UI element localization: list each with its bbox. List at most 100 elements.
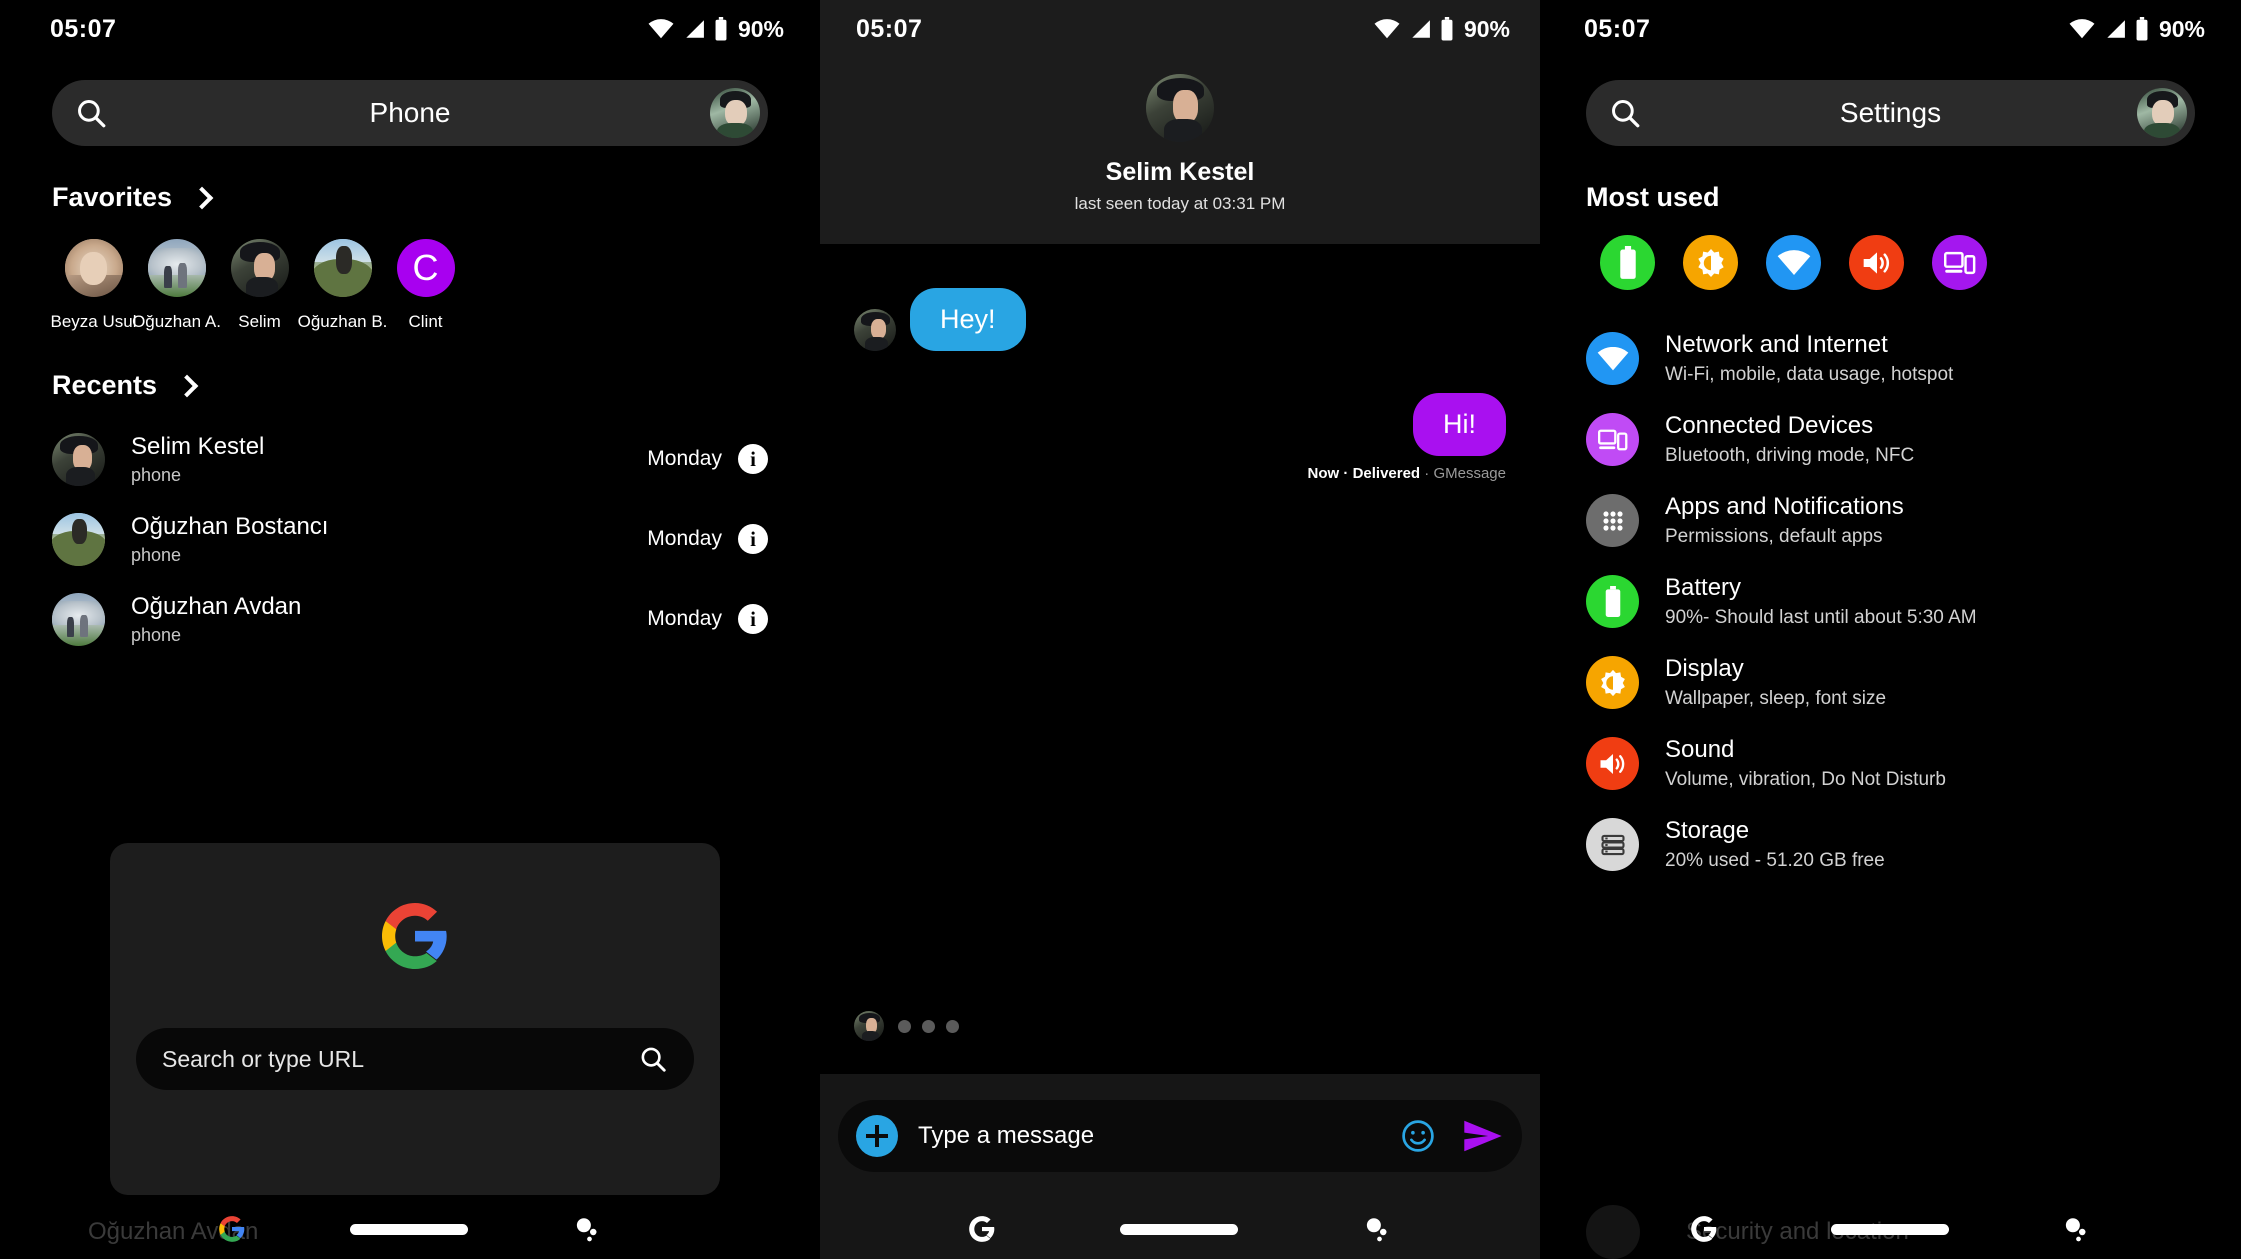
assistant-icon[interactable] bbox=[572, 1214, 602, 1244]
assistant-icon[interactable] bbox=[1362, 1214, 1392, 1244]
settings-row-storage[interactable]: Storage 20% used - 51.20 GB free bbox=[1586, 804, 2195, 885]
recent-name: Selim Kestel bbox=[131, 432, 265, 460]
sound-volume-icon bbox=[1849, 235, 1904, 290]
most-used-item[interactable] bbox=[1752, 235, 1835, 290]
avatar bbox=[52, 592, 105, 646]
panel-messages-app: 05:07 90% Selim Kestel last seen today a… bbox=[820, 0, 1540, 1259]
settings-row-title: Connected Devices bbox=[1665, 412, 1874, 439]
send-icon[interactable] bbox=[1462, 1119, 1504, 1153]
contact-avatar[interactable] bbox=[1146, 74, 1214, 142]
recents-header[interactable]: Recents bbox=[52, 370, 768, 401]
search-icon[interactable] bbox=[638, 1044, 668, 1074]
settings-row-sound[interactable]: Sound Volume, vibration, Do Not Disturb bbox=[1586, 723, 2195, 804]
plus-icon[interactable] bbox=[856, 1115, 898, 1157]
settings-row-display[interactable]: Display Wallpaper, sleep, font size bbox=[1586, 642, 2195, 723]
display-brightness-icon bbox=[1683, 235, 1738, 290]
profile-avatar[interactable] bbox=[710, 88, 760, 138]
connected-devices-icon bbox=[1586, 413, 1639, 466]
chrome-overlay-card: Search or type URL bbox=[110, 843, 720, 1195]
recent-call-row[interactable]: Oğuzhan Bostancı phone Monday i bbox=[52, 499, 768, 579]
recent-time: Monday bbox=[647, 527, 722, 550]
favorites-title: Favorites bbox=[52, 182, 173, 212]
phone-search-title: Phone bbox=[369, 97, 451, 128]
status-bar: 05:07 90% bbox=[1540, 0, 2241, 58]
sound-volume-icon bbox=[1586, 737, 1639, 790]
cell-signal-icon bbox=[1412, 20, 1430, 38]
message-bubble[interactable]: Hi! bbox=[1413, 393, 1506, 456]
most-used-item[interactable] bbox=[1835, 235, 1918, 290]
contact-last-seen: last seen today at 03:31 PM bbox=[1074, 194, 1286, 213]
settings-row-subtitle: Permissions, default apps bbox=[1665, 526, 1883, 547]
google-g-logo bbox=[382, 903, 447, 969]
settings-row-subtitle: Volume, vibration, Do Not Disturb bbox=[1665, 769, 1946, 790]
message-bubble[interactable]: Hey! bbox=[910, 288, 1026, 351]
settings-row-network[interactable]: Network and Internet Wi-Fi, mobile, data… bbox=[1586, 318, 2195, 399]
settings-row-subtitle: 90%- Should last until about 5:30 AM bbox=[1665, 607, 1977, 628]
recent-subtitle: phone bbox=[131, 624, 182, 645]
most-used-item[interactable] bbox=[1918, 235, 2001, 290]
home-gesture-pill[interactable] bbox=[1120, 1223, 1238, 1235]
chrome-url-bar[interactable]: Search or type URL bbox=[136, 1028, 694, 1090]
recent-call-row[interactable]: Selim Kestel phone Monday i bbox=[52, 419, 768, 499]
settings-search-bar[interactable]: Settings bbox=[1586, 80, 2195, 146]
assistant-icon[interactable] bbox=[2061, 1214, 2091, 1244]
favorite-name: Clint bbox=[408, 312, 443, 331]
status-bar: 05:07 90% bbox=[820, 0, 1540, 58]
favorite-name: Beyza Usul bbox=[50, 312, 137, 331]
favorite-item[interactable]: Selim bbox=[218, 239, 301, 332]
typing-indicator bbox=[854, 1011, 959, 1041]
message-row-incoming: Hey! bbox=[854, 288, 1506, 351]
connected-devices-icon bbox=[1932, 235, 1987, 290]
settings-row-apps[interactable]: Apps and Notifications Permissions, defa… bbox=[1586, 480, 2195, 561]
emoji-smiley-icon[interactable] bbox=[1400, 1118, 1436, 1154]
recent-name: Oğuzhan Bostancı bbox=[131, 512, 329, 540]
google-g-icon[interactable] bbox=[1690, 1215, 1718, 1243]
battery-icon bbox=[715, 17, 727, 41]
typing-dots bbox=[898, 1019, 959, 1033]
phone-search-bar[interactable]: Phone bbox=[52, 80, 768, 146]
search-icon bbox=[1612, 100, 1640, 128]
favorite-item[interactable]: Oğuzhan B. bbox=[298, 239, 387, 332]
typing-avatar bbox=[854, 1011, 884, 1041]
recent-subtitle: phone bbox=[131, 544, 182, 565]
search-icon bbox=[78, 100, 106, 128]
message-input-placeholder[interactable]: Type a message bbox=[918, 1122, 1094, 1150]
panel-settings-app: 05:07 90% Settings Most used Network and… bbox=[1540, 0, 2241, 1259]
favorite-name: Oğuzhan B. bbox=[297, 312, 388, 331]
info-icon[interactable]: i bbox=[738, 604, 768, 634]
most-used-item[interactable] bbox=[1669, 235, 1752, 290]
favorite-name: Oğuzhan A. bbox=[132, 312, 221, 331]
status-indicators: 90% bbox=[648, 16, 784, 43]
message-app-name: GMessage bbox=[1433, 465, 1506, 482]
recent-call-row[interactable]: Oğuzhan Avdan phone Monday i bbox=[52, 579, 768, 659]
favorites-header[interactable]: Favorites bbox=[52, 182, 768, 213]
favorite-item[interactable]: Oğuzhan A. bbox=[132, 239, 221, 332]
settings-row-connected-devices[interactable]: Connected Devices Bluetooth, driving mod… bbox=[1586, 399, 2195, 480]
settings-row-title: Battery bbox=[1665, 574, 1742, 601]
composer-area: Type a message bbox=[820, 1074, 1540, 1259]
info-glyph: i bbox=[750, 446, 756, 471]
google-g-icon[interactable] bbox=[968, 1215, 996, 1243]
recent-time: Monday bbox=[647, 447, 722, 470]
three-panel-android-screenshot: 05:07 90% Phone Favorites Beyza Usul Oğu… bbox=[0, 0, 2241, 1259]
status-indicators: 90% bbox=[1374, 16, 1510, 43]
wifi-icon bbox=[1586, 332, 1639, 385]
profile-avatar[interactable] bbox=[2137, 88, 2187, 138]
chevron-right-icon[interactable] bbox=[175, 374, 199, 397]
settings-row-title: Sound bbox=[1665, 736, 1735, 763]
home-gesture-pill[interactable] bbox=[350, 1223, 468, 1235]
message-composer[interactable]: Type a message bbox=[838, 1100, 1522, 1172]
message-avatar bbox=[854, 309, 896, 351]
info-icon[interactable]: i bbox=[738, 444, 768, 474]
home-gesture-pill[interactable] bbox=[1830, 1223, 1949, 1235]
message-meta-sep: · bbox=[1339, 465, 1353, 482]
chevron-right-icon[interactable] bbox=[190, 186, 214, 209]
google-g-icon[interactable] bbox=[218, 1215, 246, 1243]
favorite-item[interactable]: C Clint bbox=[384, 239, 467, 332]
recent-time: Monday bbox=[647, 607, 722, 630]
most-used-item[interactable] bbox=[1586, 235, 1669, 290]
favorite-item[interactable]: Beyza Usul bbox=[50, 239, 137, 332]
avatar bbox=[313, 239, 372, 297]
info-icon[interactable]: i bbox=[738, 524, 768, 554]
settings-row-battery[interactable]: Battery 90%- Should last until about 5:3… bbox=[1586, 561, 2195, 642]
